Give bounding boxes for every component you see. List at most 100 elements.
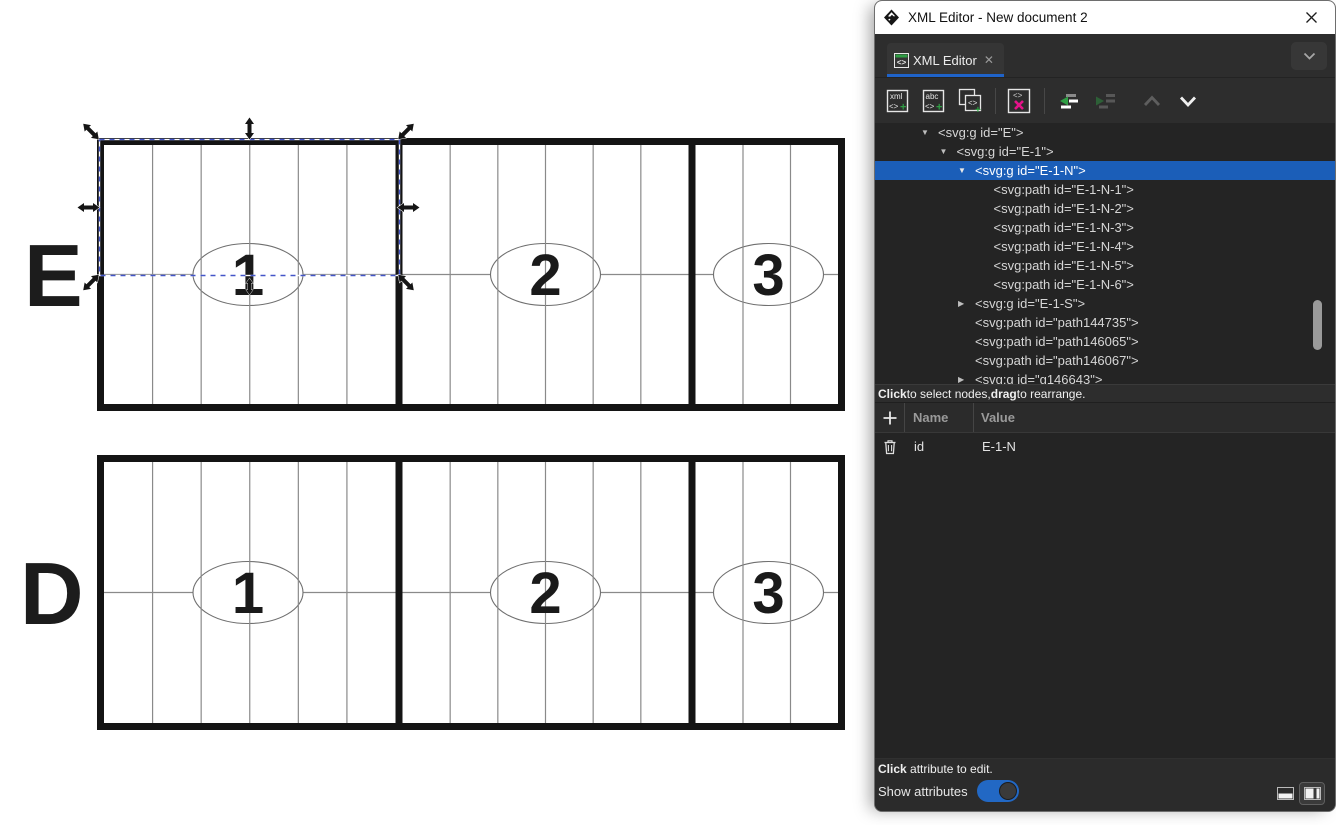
dialog-title: XML Editor - New document 2 bbox=[908, 10, 1088, 25]
plus-icon bbox=[882, 410, 898, 426]
tree-row[interactable]: <svg:path id="path146065"> bbox=[875, 332, 1335, 351]
attributes-footer: Click attribute to edit. Show attributes bbox=[875, 758, 1335, 811]
show-attributes-toggle[interactable] bbox=[977, 780, 1019, 802]
tree-node-label: <svg:path id="E-1-N-6"> bbox=[994, 277, 1134, 292]
xml-plus-icon: xml <> + bbox=[884, 86, 912, 116]
tree-node-label: <svg:path id="path144735"> bbox=[975, 315, 1139, 330]
tree-row[interactable]: <svg:path id="E-1-N-4"> bbox=[875, 237, 1335, 256]
tree-row[interactable]: ▶<svg:g id="g146643"> bbox=[875, 370, 1335, 384]
scale-handle-arrow[interactable] bbox=[80, 121, 102, 143]
move-node-down-button[interactable] bbox=[1173, 85, 1203, 117]
close-icon[interactable] bbox=[1297, 5, 1325, 31]
panel-menu-chevron-icon[interactable] bbox=[1291, 42, 1327, 70]
tree-row[interactable]: <svg:path id="E-1-N-6"> bbox=[875, 275, 1335, 294]
drawing-canvas[interactable]: 123E123D bbox=[0, 0, 876, 820]
attribute-name[interactable]: id bbox=[905, 439, 974, 454]
section-number-label: 2 bbox=[529, 243, 561, 308]
new-text-node-button[interactable]: abc <> + bbox=[919, 85, 949, 117]
toolbar-separator bbox=[995, 88, 996, 114]
new-element-node-button[interactable]: xml <> + bbox=[883, 85, 913, 117]
tree-row[interactable]: ▶<svg:g id="E-1-S"> bbox=[875, 294, 1335, 313]
tree-node-label: <svg:path id="E-1-N-3"> bbox=[994, 220, 1134, 235]
stall-row-D[interactable]: 123D bbox=[20, 455, 842, 730]
unindent-icon bbox=[1054, 86, 1082, 116]
svg-text:<>: <> bbox=[1013, 91, 1023, 100]
tree-node-label: <svg:path id="path146067"> bbox=[975, 353, 1139, 368]
xml-editor-dialog: XML Editor - New document 2 <> XML Edito… bbox=[874, 0, 1336, 812]
inkscape-logo-icon bbox=[883, 9, 900, 26]
xml-node-tree[interactable]: ▼<svg:g id="E">▼<svg:g id="E-1">▼<svg:g … bbox=[875, 123, 1335, 384]
add-attribute-button[interactable] bbox=[875, 403, 904, 432]
section-number-label: 2 bbox=[529, 561, 561, 626]
attributes-header: Name Value bbox=[875, 403, 1335, 433]
scale-handle-arrow[interactable] bbox=[78, 203, 100, 212]
expander-closed-icon[interactable]: ▶ bbox=[957, 376, 975, 384]
tree-node-label: <svg:path id="E-1-N-1"> bbox=[994, 182, 1134, 197]
dialog-titlebar[interactable]: XML Editor - New document 2 bbox=[875, 1, 1335, 34]
indent-node-button[interactable] bbox=[1089, 85, 1119, 117]
tree-node-label: <svg:g id="E-1"> bbox=[957, 144, 1054, 159]
tree-row[interactable]: <svg:path id="path146067"> bbox=[875, 351, 1335, 370]
attributes-empty-area bbox=[875, 460, 1335, 758]
tree-node-label: <svg:path id="path146065"> bbox=[975, 334, 1139, 349]
tree-hint: Click to select nodes, drag to rearrange… bbox=[875, 384, 1335, 403]
attr-name-column-header: Name bbox=[905, 410, 973, 425]
svg-text:+: + bbox=[900, 101, 906, 113]
stall-row-E[interactable]: 123E bbox=[24, 138, 842, 411]
delete-node-button[interactable]: <> bbox=[1004, 85, 1034, 117]
tab-label: XML Editor bbox=[913, 53, 977, 68]
tree-row[interactable]: <svg:path id="E-1-N-3"> bbox=[875, 218, 1335, 237]
delete-node-icon: <> bbox=[1005, 86, 1033, 116]
tree-row[interactable]: <svg:path id="E-1-N-2"> bbox=[875, 199, 1335, 218]
svg-document[interactable]: 123E123D bbox=[0, 0, 876, 820]
move-node-up-button[interactable] bbox=[1137, 85, 1167, 117]
unindent-node-button[interactable] bbox=[1053, 85, 1083, 117]
tree-node-label: <svg:path id="E-1-N-2"> bbox=[994, 201, 1134, 216]
attribute-hint: Click attribute to edit. bbox=[875, 759, 1335, 776]
row-letter-label: D bbox=[20, 544, 84, 643]
tree-node-label: <svg:path id="E-1-N-4"> bbox=[994, 239, 1134, 254]
tree-row[interactable]: ▼<svg:g id="E"> bbox=[875, 123, 1335, 142]
layout-horizontal-button[interactable] bbox=[1273, 783, 1297, 804]
duplicate-node-button[interactable]: <> + bbox=[955, 85, 985, 117]
chevron-up-icon bbox=[1138, 86, 1166, 116]
svg-text:<>: <> bbox=[889, 102, 899, 111]
svg-text:abc: abc bbox=[926, 92, 939, 101]
tree-node-label: <svg:g id="E"> bbox=[938, 125, 1023, 140]
tree-row[interactable]: <svg:path id="path144735"> bbox=[875, 313, 1335, 332]
layout-vertical-button[interactable] bbox=[1300, 783, 1324, 804]
chevron-down-icon bbox=[1174, 86, 1202, 116]
tree-row[interactable]: <svg:path id="E-1-N-1"> bbox=[875, 180, 1335, 199]
svg-text:<>: <> bbox=[897, 58, 907, 67]
scale-handle-arrow[interactable] bbox=[245, 118, 254, 140]
toolbar-separator bbox=[1044, 88, 1045, 114]
attr-value-column-header: Value bbox=[974, 410, 1015, 425]
tree-node-label: <svg:g id="E-1-S"> bbox=[975, 296, 1085, 311]
trash-icon bbox=[883, 439, 897, 455]
xml-toolbar: xml <> + abc <> + <> + bbox=[875, 78, 1335, 123]
section-number-label: 3 bbox=[752, 243, 784, 308]
tab-bar: <> XML Editor ✕ bbox=[875, 34, 1335, 78]
tree-row[interactable]: ▼<svg:g id="E-1"> bbox=[875, 142, 1335, 161]
expander-closed-icon[interactable]: ▶ bbox=[957, 300, 975, 308]
svg-text:+: + bbox=[975, 105, 981, 116]
abc-plus-icon: abc <> + bbox=[920, 86, 948, 116]
svg-text:+: + bbox=[936, 101, 942, 113]
delete-attribute-button[interactable] bbox=[875, 439, 905, 455]
tab-close-icon[interactable]: ✕ bbox=[984, 54, 994, 66]
tab-xml-editor[interactable]: <> XML Editor ✕ bbox=[887, 43, 1004, 77]
indent-icon bbox=[1090, 86, 1118, 116]
expander-open-icon[interactable]: ▼ bbox=[957, 167, 975, 175]
tree-row[interactable]: <svg:path id="E-1-N-5"> bbox=[875, 256, 1335, 275]
attribute-value[interactable]: E-1-N bbox=[974, 439, 1016, 454]
row-letter-label: E bbox=[24, 226, 83, 325]
horizontal-split-icon bbox=[1277, 787, 1294, 800]
duplicate-node-icon: <> + bbox=[956, 86, 984, 116]
expander-open-icon[interactable]: ▼ bbox=[920, 129, 938, 137]
tree-node-label: <svg:g id="g146643"> bbox=[975, 372, 1102, 384]
tree-node-label: <svg:g id="E-1-N"> bbox=[975, 163, 1086, 178]
svg-text:xml: xml bbox=[890, 92, 903, 101]
tree-scrollbar-thumb[interactable] bbox=[1313, 300, 1322, 350]
tree-row[interactable]: ▼<svg:g id="E-1-N"> bbox=[875, 161, 1335, 180]
expander-open-icon[interactable]: ▼ bbox=[939, 148, 957, 156]
